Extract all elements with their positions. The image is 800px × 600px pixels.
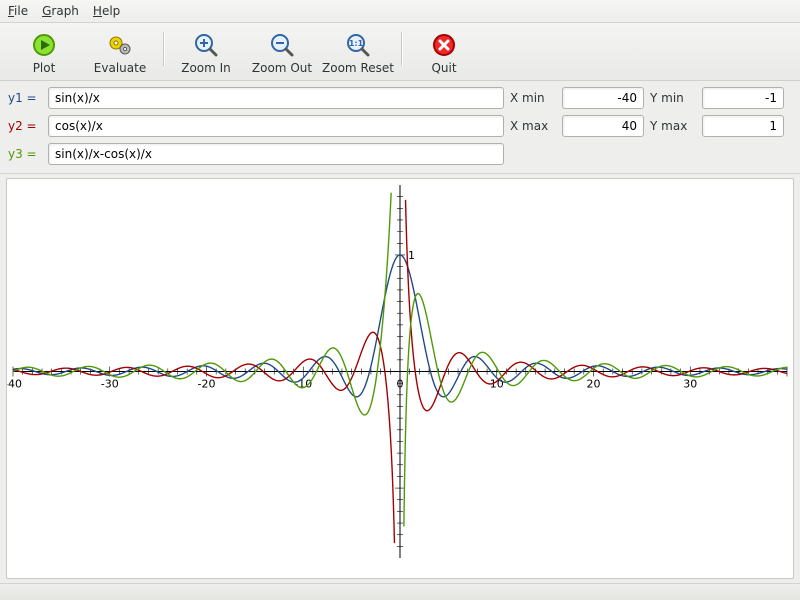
zoom-out-label: Zoom Out bbox=[252, 61, 312, 75]
plot-canvas[interactable]: -40-30-20-1001020301 bbox=[6, 178, 794, 579]
toolbar-separator bbox=[396, 27, 406, 71]
quit-button[interactable]: Quit bbox=[406, 27, 482, 78]
svg-text:-30: -30 bbox=[101, 377, 119, 390]
menubar: File Graph Help bbox=[0, 0, 800, 23]
plot-button[interactable]: Plot bbox=[6, 27, 82, 78]
zoom-reset-icon: 1:1 bbox=[344, 31, 372, 59]
zoom-in-button[interactable]: Zoom In bbox=[168, 27, 244, 78]
gears-icon bbox=[106, 31, 134, 59]
zoom-out-button[interactable]: Zoom Out bbox=[244, 27, 320, 78]
zoom-in-icon bbox=[192, 31, 220, 59]
ymin-label: Y min bbox=[650, 91, 696, 105]
zoom-reset-button[interactable]: 1:1 Zoom Reset bbox=[320, 27, 396, 78]
y3-label: y3 = bbox=[8, 147, 42, 161]
ymax-input[interactable] bbox=[702, 115, 784, 137]
xmin-label: X min bbox=[510, 91, 556, 105]
svg-text:20: 20 bbox=[587, 377, 601, 390]
evaluate-label: Evaluate bbox=[94, 61, 146, 75]
y2-input[interactable] bbox=[48, 115, 504, 137]
zoom-out-icon bbox=[268, 31, 296, 59]
plot-area: -40-30-20-1001020301 bbox=[0, 174, 800, 583]
ymax-label: Y max bbox=[650, 119, 696, 133]
xmax-label: X max bbox=[510, 119, 556, 133]
svg-text:-40: -40 bbox=[6, 377, 22, 390]
y1-label: y1 = bbox=[8, 91, 42, 105]
ymin-input[interactable] bbox=[702, 87, 784, 109]
svg-text:1:1: 1:1 bbox=[349, 39, 364, 48]
zoom-in-label: Zoom In bbox=[181, 61, 231, 75]
y1-input[interactable] bbox=[48, 87, 504, 109]
menu-help[interactable]: Help bbox=[93, 4, 120, 18]
svg-text:-20: -20 bbox=[198, 377, 216, 390]
svg-text:30: 30 bbox=[683, 377, 697, 390]
menu-file[interactable]: File bbox=[8, 4, 28, 18]
status-bar bbox=[0, 583, 800, 600]
zoom-reset-label: Zoom Reset bbox=[322, 61, 394, 75]
toolbar-separator bbox=[158, 27, 168, 71]
svg-text:1: 1 bbox=[408, 249, 415, 262]
formula-panel: y1 = X min Y min y2 = X max Y max y3 = bbox=[0, 81, 800, 174]
menu-graph[interactable]: Graph bbox=[42, 4, 79, 18]
xmax-input[interactable] bbox=[562, 115, 644, 137]
plot-label: Plot bbox=[33, 61, 56, 75]
y3-input[interactable] bbox=[48, 143, 504, 165]
quit-icon bbox=[430, 31, 458, 59]
play-icon bbox=[30, 31, 58, 59]
evaluate-button[interactable]: Evaluate bbox=[82, 27, 158, 78]
toolbar: Plot Evaluate Zoom In Zoom Out 1:1 bbox=[0, 23, 800, 81]
svg-text:0: 0 bbox=[397, 377, 404, 390]
quit-label: Quit bbox=[431, 61, 456, 75]
y2-label: y2 = bbox=[8, 119, 42, 133]
xmin-input[interactable] bbox=[562, 87, 644, 109]
